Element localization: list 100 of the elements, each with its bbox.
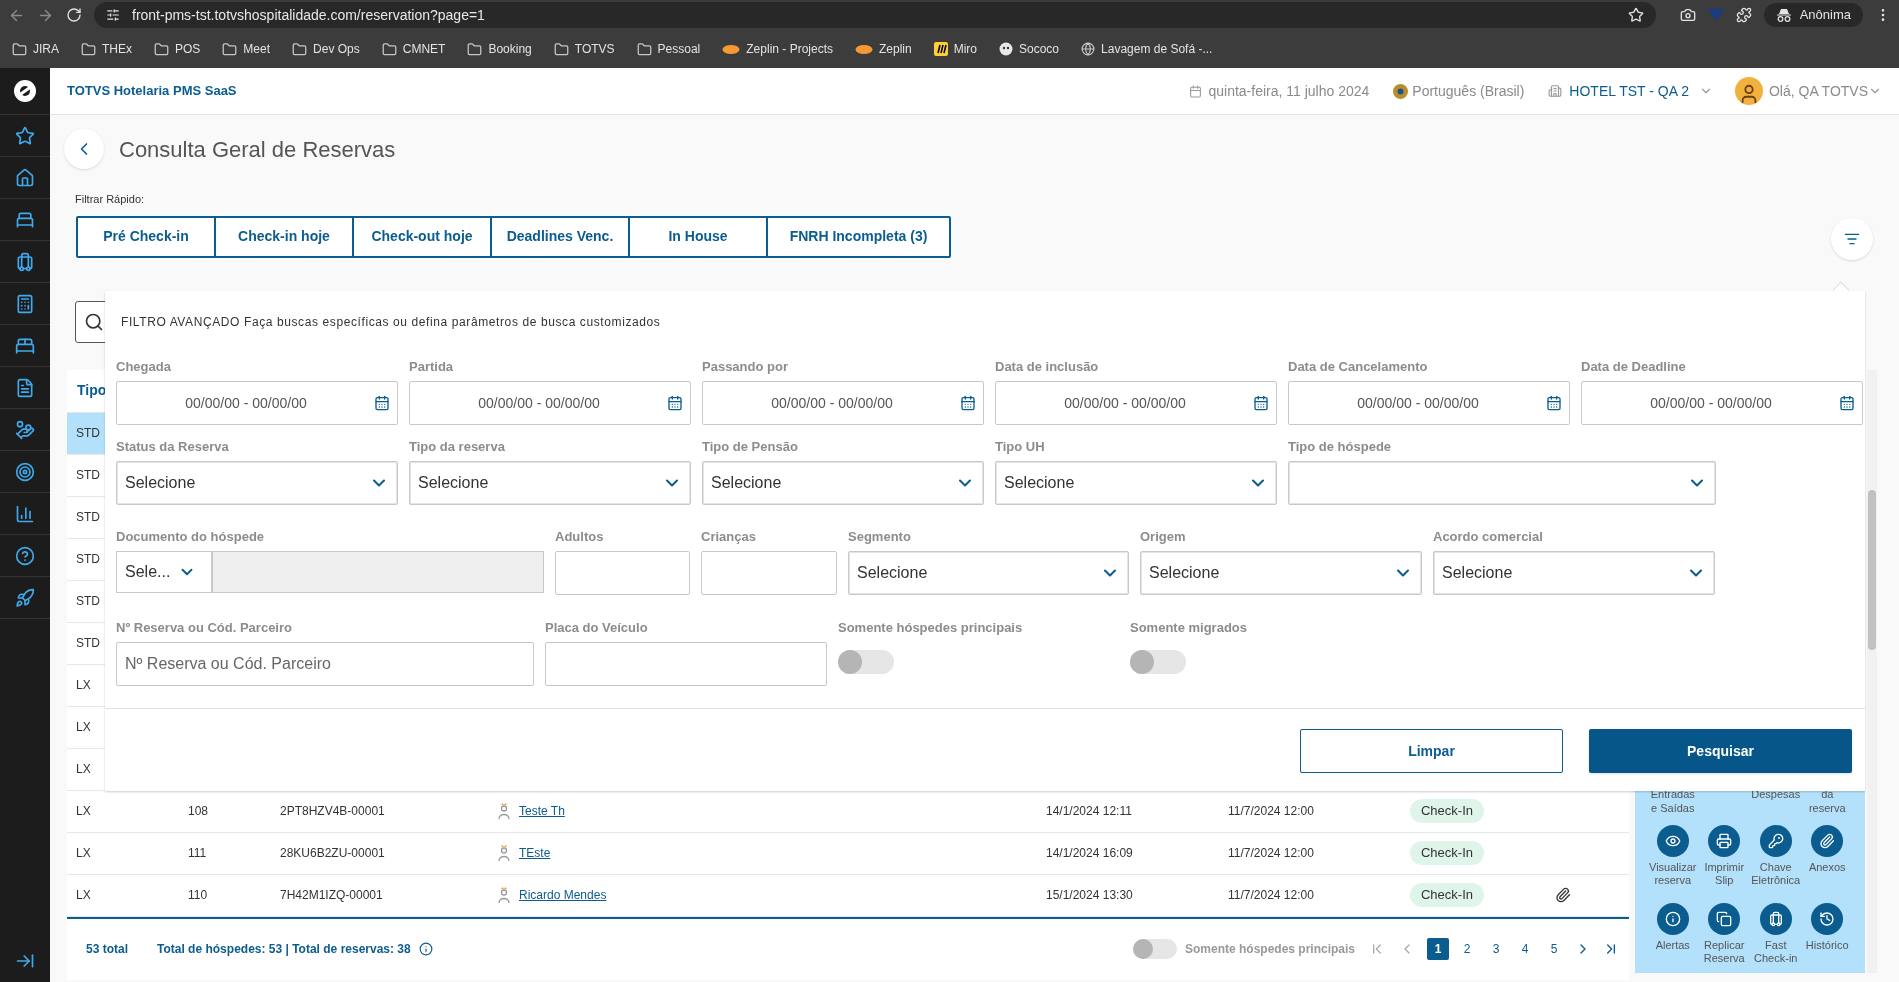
scrollbar[interactable] [1867,369,1877,973]
bookmark-star-icon[interactable] [1627,7,1644,23]
bookmark[interactable]: Zeplin - Projects [718,40,837,58]
table-cell-text: 28KU6B2ZU-00001 [280,845,386,862]
date-range-field[interactable]: 00/00/00 - 00/00/00 [1581,381,1863,425]
calendar-icon[interactable] [960,395,976,411]
action-button[interactable]: Alertas [1647,902,1699,965]
text-field[interactable]: Nº Reserva ou Cód. Parceiro [116,642,534,686]
site-info-icon[interactable] [106,8,120,22]
toggle-switch[interactable] [1130,650,1186,674]
page-button[interactable]: 2 [1456,938,1478,960]
calculator-icon[interactable] [15,293,35,314]
bookmark[interactable]: Lavagem de Sofá -... [1077,40,1217,58]
page-button[interactable]: 5 [1543,938,1565,960]
date-range-field[interactable]: 00/00/00 - 00/00/00 [702,381,984,425]
paperclip-icon[interactable] [1555,887,1571,903]
bookmark[interactable]: POS [150,40,205,58]
action-button[interactable]: Replicar Reserva [1698,902,1750,965]
text-field[interactable] [545,642,827,686]
calendar-icon[interactable] [1253,395,1269,411]
select-field[interactable]: Selecione [702,461,984,505]
quick-filter-button[interactable]: Check-out hoje [354,217,492,256]
quick-filter-button[interactable]: Check-in hoje [216,217,354,256]
guest-link[interactable]: Ricardo Mendes [519,886,607,904]
field-label: Crianças [701,528,757,544]
info-icon[interactable] [418,942,433,956]
home-icon[interactable] [15,167,35,188]
page-button[interactable]: 3 [1485,938,1507,960]
rocket-icon[interactable] [15,587,35,608]
select-field[interactable]: Selecione [995,461,1277,505]
toggle-switch[interactable] [838,650,894,674]
toggle-label: Somente hóspedes principais [1184,941,1355,958]
select-field[interactable] [1288,461,1716,505]
quick-filter-button[interactable]: FNRH Incompleta (3) [768,217,949,256]
toggle-switch[interactable] [1132,939,1177,959]
action-button[interactable]: Imprimir Slip [1698,824,1750,887]
extensions-icon[interactable] [1735,7,1752,23]
language-selector[interactable]: Português (Brasil) [1412,80,1525,102]
page-button[interactable]: 1 [1427,938,1449,960]
clear-button[interactable]: Limpar [1300,729,1563,773]
reload-icon[interactable] [66,7,82,23]
select-field[interactable]: Selecione [409,461,691,505]
field-label: Tipo de hóspede [1288,438,1393,454]
date-range-field[interactable]: 00/00/00 - 00/00/00 [409,381,691,425]
document-type-select[interactable]: Sele... [116,551,212,593]
quick-filter-button[interactable]: Pré Check-in [78,217,216,256]
paperclip-icon [1819,832,1836,849]
select-field[interactable]: Selecione [848,551,1129,595]
help-icon[interactable] [15,545,35,566]
bookmark[interactable]: CMNET [377,40,450,58]
bookmark[interactable]: Meet [218,40,275,58]
action-button[interactable]: Anexos [1801,824,1853,887]
action-button[interactable]: Visualizar reserva [1647,824,1699,887]
select-field[interactable]: Selecione [116,461,398,505]
expand-menu-icon[interactable] [15,951,35,971]
date-range-field[interactable]: 00/00/00 - 00/00/00 [1288,381,1570,425]
target-icon[interactable] [15,461,35,482]
calendar-icon[interactable] [374,395,390,411]
guest-link[interactable]: TEste [519,844,551,862]
guest-link[interactable]: Teste Th [519,802,565,820]
bookmark[interactable]: THEx [77,40,136,58]
bookmark[interactable]: Sococo [995,40,1064,58]
page-button[interactable]: 4 [1514,938,1536,960]
calendar-icon[interactable] [1546,395,1562,411]
hotel-selector[interactable]: HOTEL TST - QA 2 [1569,80,1689,102]
quick-filter-button[interactable]: Deadlines Venc. [492,217,630,256]
address-bar[interactable]: front-pms-tst.totvshospitalidade.com/reservation?page=1 [94,2,1656,28]
avatar[interactable] [1734,77,1763,105]
bookmark[interactable]: TOTVS [549,40,619,58]
action-button[interactable]: Histórico [1801,902,1853,965]
date-range-field[interactable]: 00/00/00 - 00/00/00 [995,381,1277,425]
select-field[interactable]: Selecione [1140,551,1422,595]
camera-icon[interactable] [1679,7,1696,23]
date-range-field[interactable]: 00/00/00 - 00/00/00 [116,381,398,425]
bookmark[interactable]: JIRA [8,40,63,58]
logo-icon[interactable] [13,79,37,103]
bookmark[interactable]: Dev Ops [288,40,364,58]
calendar-icon[interactable] [1839,395,1855,411]
bookmark[interactable]: Pessoal [632,40,705,58]
field-label: Tipo UH [995,438,1046,454]
favorites-icon[interactable] [15,125,35,146]
bookmark[interactable]: Booking [463,40,536,58]
document-icon[interactable] [15,377,35,398]
copy-icon [1716,910,1733,927]
quick-filter-button[interactable]: In House [630,217,768,256]
text-field[interactable] [555,551,690,595]
action-button[interactable]: Chave Eletrônica [1750,824,1802,887]
bookmark[interactable]: Zeplin [851,40,916,58]
text-field[interactable] [701,551,837,595]
action-button[interactable]: Fast Check-in [1750,902,1802,965]
search-button[interactable]: Pesquisar [1589,729,1852,773]
bar-chart-icon[interactable] [15,503,35,524]
user-greeting[interactable]: Olá, QA TOTVS [1768,80,1868,102]
bookmark[interactable]: Miro [929,40,981,58]
column-header[interactable]: Tipo [67,380,107,401]
select-field[interactable]: Selecione [1433,551,1715,595]
hand-coins-icon[interactable] [15,419,35,440]
calendar-icon[interactable] [667,395,683,411]
profile-button[interactable]: Anônima [1763,3,1863,27]
suitcase-icon[interactable] [15,251,35,272]
